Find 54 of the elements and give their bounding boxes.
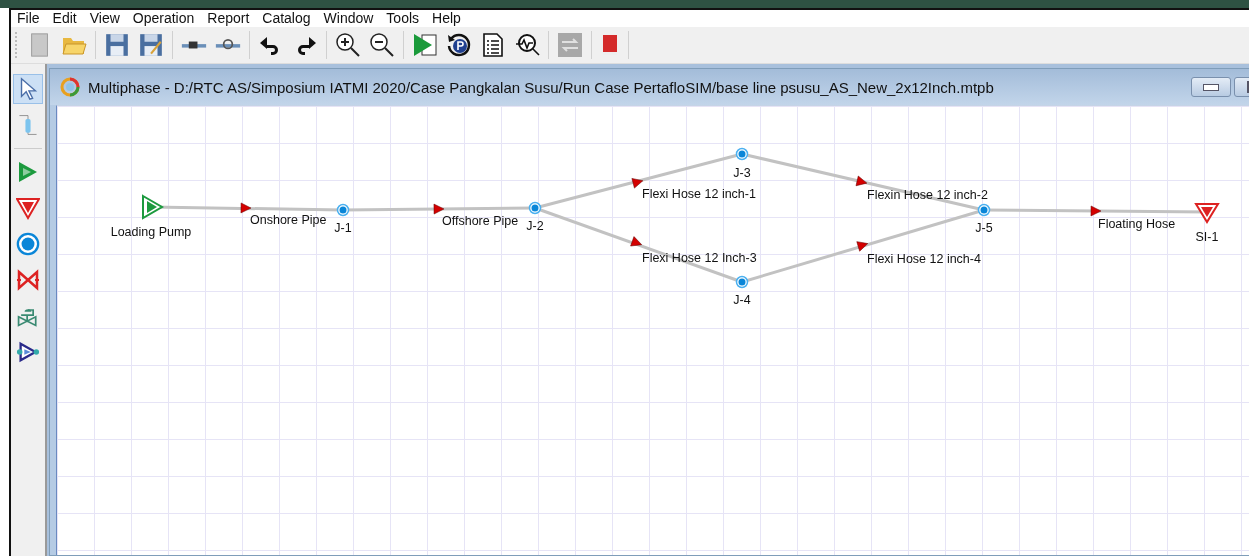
junction-node-icon: [528, 201, 542, 215]
menu-item[interactable]: Help: [432, 10, 461, 27]
flow-arrow-icon: [631, 178, 644, 189]
pump-icon: [16, 340, 40, 364]
menu-item[interactable]: Operation: [132, 10, 195, 27]
junction-node-icon: [735, 147, 749, 161]
menu-item[interactable]: Window: [323, 10, 374, 27]
pipe-label: Offshore Pipe: [442, 214, 519, 228]
sink-node-icon: [1194, 203, 1220, 224]
zoom-in-icon[interactable]: [335, 32, 361, 58]
pipe-label: Flexin Hose 12 inch-2: [867, 188, 988, 202]
save-as-icon[interactable]: [138, 32, 164, 58]
menu-item[interactable]: Catalog: [262, 10, 311, 27]
pipe-label: Floating Hose: [1098, 217, 1176, 231]
p-cycle-icon[interactable]: [446, 32, 472, 58]
pipe-icon: [16, 113, 40, 137]
zoom-out-icon[interactable]: [369, 32, 395, 58]
node-label: J-2: [526, 219, 544, 233]
flow-arrow-icon: [433, 203, 445, 215]
junction-node-icon: [336, 203, 350, 217]
node-label: Loading Pump: [110, 225, 192, 239]
junction-node-icon: [977, 203, 991, 217]
flow-arrow-icon: [630, 236, 642, 247]
pointer-tool[interactable]: [13, 74, 43, 104]
minimize-button[interactable]: [1191, 77, 1231, 97]
junction-node-icon: [735, 275, 749, 289]
graph-search-icon[interactable]: [514, 32, 540, 58]
flow-arrow-icon: [1090, 205, 1102, 217]
source-node-icon: [142, 194, 164, 220]
node-label: J-3: [733, 166, 751, 180]
menu-item[interactable]: Report: [207, 10, 250, 27]
flow-arrow-icon: [240, 202, 252, 214]
save-icon[interactable]: [104, 32, 130, 58]
menu-item[interactable]: View: [89, 10, 120, 27]
valve-icon: [16, 268, 40, 292]
pipe-label: Flexi Hose 12 Inch-3: [642, 251, 757, 265]
flow-arrow-icon: [855, 175, 868, 186]
node-label: SI-1: [1195, 230, 1219, 244]
menu-item[interactable]: Tools: [386, 10, 420, 27]
run-icon[interactable]: [412, 32, 438, 58]
flow-arrow-icon: [856, 241, 869, 252]
node-label: J-1: [334, 221, 352, 235]
pipe-label: Flexi Hose 12 inch-1: [642, 187, 756, 201]
checklist-icon[interactable]: [480, 32, 506, 58]
down-triangle-icon: [16, 196, 40, 220]
window-title: Multiphase - D:/RTC AS/Simposium IATMI 2020/Case Pangkalan Susu/Run Case PertafloSIM/base line psusu_AS_New_2x12Inch.mtpb: [88, 78, 995, 96]
menu-item[interactable]: File: [17, 10, 40, 27]
pipe-label: Onshore Pipe: [250, 213, 327, 227]
menu-item[interactable]: Edit: [52, 10, 77, 27]
node-label: J-4: [733, 293, 751, 307]
pipe-label: Flexi Hose 12 inch-4: [867, 252, 981, 266]
node-label: J-5: [975, 221, 993, 235]
circle-icon: [16, 232, 40, 256]
app-logo-icon: [60, 77, 80, 97]
